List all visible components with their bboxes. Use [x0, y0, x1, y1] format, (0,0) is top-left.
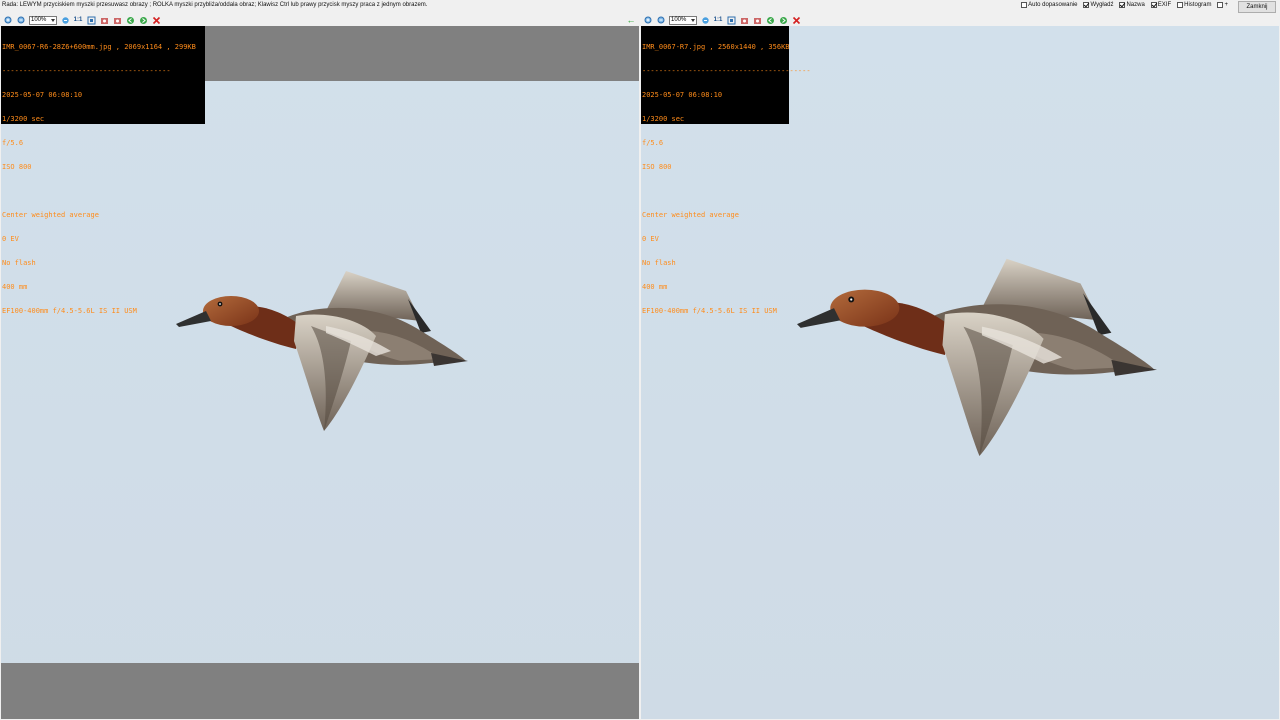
one-to-one-button[interactable]: 1:1	[73, 15, 83, 25]
one-to-one-button[interactable]: 1:1	[713, 15, 723, 25]
close-icon[interactable]	[151, 15, 161, 25]
option-label: Auto dopasowanie	[1028, 2, 1078, 8]
exif-focal: 400 mm	[642, 283, 668, 291]
rotate-left-icon[interactable]	[99, 15, 109, 25]
left-zoom-select[interactable]: 100%	[29, 15, 57, 25]
exif-lens: EF100-400mm f/4.5-5.6L IS II USM	[2, 307, 137, 315]
close-window-button[interactable]: Zamknij	[1238, 1, 1276, 13]
right-zoom-select[interactable]: 100%	[669, 15, 697, 25]
right-toolbar: 100% 1:1	[640, 14, 1280, 26]
smooth-checkbox[interactable]	[1083, 2, 1090, 8]
prev-icon[interactable]	[765, 15, 775, 25]
auto-fit-checkbox[interactable]	[1021, 2, 1028, 8]
option-label: EXIF	[1157, 2, 1172, 8]
fit-icon[interactable]	[60, 15, 70, 25]
option-smooth[interactable]: Wygładź	[1083, 2, 1113, 8]
option-label: Histogram	[1184, 2, 1212, 8]
rotate-left-icon[interactable]	[739, 15, 749, 25]
option-auto-fit[interactable]: Auto dopasowanie	[1021, 2, 1077, 8]
rotate-right-icon[interactable]	[752, 15, 762, 25]
zoom-out-icon[interactable]	[16, 15, 26, 25]
left-toolbar: 100% 1:1 ←	[0, 14, 640, 26]
exif-ev: 0 EV	[642, 235, 659, 243]
exif-flash: No flash	[642, 259, 676, 267]
right-image-viewer[interactable]: IMR_0067-R7.jpg , 2560x1440 , 356KB ----…	[641, 26, 1279, 719]
duck-photo	[797, 258, 1157, 457]
option-histogram[interactable]: Histogram	[1177, 2, 1211, 8]
option-label: Nazwa	[1126, 2, 1145, 8]
sync-arrow-icon[interactable]: ←	[626, 15, 636, 25]
exif-aperture: f/5.6	[642, 139, 664, 147]
exif-datetime: 2025-05-07 06:08:10	[642, 91, 723, 99]
exif-metering: Center weighted average	[2, 211, 99, 219]
next-icon[interactable]	[778, 15, 788, 25]
name-checkbox[interactable]	[1119, 2, 1126, 8]
exif-flash: No flash	[2, 259, 36, 267]
zoom-in-icon[interactable]	[3, 15, 13, 25]
exif-datetime: 2025-05-07 06:08:10	[2, 91, 83, 99]
exif-checkbox[interactable]	[1150, 2, 1157, 8]
full-screen-icon[interactable]	[726, 15, 736, 25]
option-plus[interactable]: +	[1217, 2, 1228, 8]
hint-bar: Rada: LEWYM przyciskiem myszki przesuwas…	[0, 0, 1280, 15]
zoom-in-icon[interactable]	[643, 15, 653, 25]
exif-aperture: f/5.6	[2, 139, 24, 147]
exif-lens: EF100-400mm f/4.5-5.6L IS II USM	[642, 307, 777, 315]
options-bar: Auto dopasowanie Wygładź Nazwa EXIF Hist…	[1021, 2, 1228, 8]
exif-spacer	[2, 187, 204, 195]
left-image-viewer[interactable]: IMR_0067-R6-28Z6+600mm.jpg , 2069x1164 ,…	[1, 26, 639, 719]
rotate-right-icon[interactable]	[112, 15, 122, 25]
close-icon[interactable]	[791, 15, 801, 25]
fit-icon[interactable]	[700, 15, 710, 25]
exif-separator: ----------------------------------------	[2, 67, 171, 75]
bottom-letterbox	[1, 663, 639, 719]
histogram-checkbox[interactable]	[1177, 2, 1184, 8]
option-name[interactable]: Nazwa	[1119, 2, 1145, 8]
hint-text: Rada: LEWYM przyciskiem myszki przesuwas…	[2, 2, 428, 8]
prev-icon[interactable]	[125, 15, 135, 25]
exif-separator: ----------------------------------------	[642, 67, 811, 75]
option-label: +	[1224, 2, 1228, 8]
next-icon[interactable]	[138, 15, 148, 25]
plus-checkbox[interactable]	[1217, 2, 1224, 8]
full-screen-icon[interactable]	[86, 15, 96, 25]
exif-ev: 0 EV	[2, 235, 19, 243]
duck-photo	[176, 271, 468, 431]
exif-filename: IMR_0067-R6-28Z6+600mm.jpg , 2069x1164 ,…	[2, 43, 196, 51]
right-exif-overlay: IMR_0067-R7.jpg , 2560x1440 , 356KB ----…	[641, 26, 811, 315]
zoom-out-icon[interactable]	[656, 15, 666, 25]
exif-iso: ISO 800	[642, 163, 672, 171]
exif-filename: IMR_0067-R7.jpg , 2560x1440 , 356KB	[642, 43, 790, 51]
exif-focal: 400 mm	[2, 283, 28, 291]
exif-metering: Center weighted average	[642, 211, 739, 219]
option-exif[interactable]: EXIF	[1150, 2, 1172, 8]
option-label: Wygładź	[1090, 2, 1114, 8]
exif-iso: ISO 800	[2, 163, 32, 171]
exif-shutter: 1/3200 sec	[642, 115, 685, 123]
exif-shutter: 1/3200 sec	[2, 115, 45, 123]
left-exif-overlay: IMR_0067-R6-28Z6+600mm.jpg , 2069x1164 ,…	[1, 26, 205, 315]
exif-spacer	[642, 187, 788, 195]
